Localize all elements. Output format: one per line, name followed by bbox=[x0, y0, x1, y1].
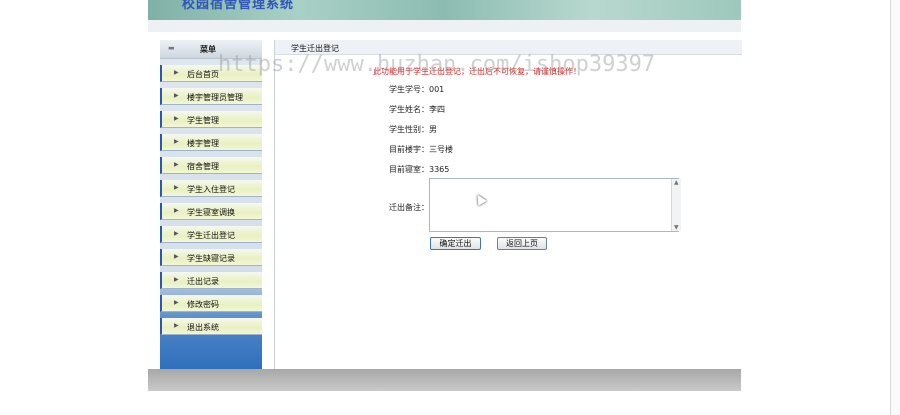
field-student-gender: 学生性别：男 bbox=[389, 124, 437, 135]
sidebar-item-label: 修改密码 bbox=[187, 300, 219, 309]
sidebar-item-logout[interactable]: ▶ 退出系统 bbox=[160, 318, 262, 335]
triangle-right-icon: ▶ bbox=[174, 69, 179, 76]
main-content: 学生迁出登记 此功能用于学生迁出登记，迁出后不可恢复，请谨慎操作！ 学生学号：0… bbox=[274, 40, 742, 369]
banner: 校园宿舍管理系统 bbox=[148, 0, 741, 20]
sidebar-item-label: 后台首页 bbox=[187, 70, 219, 79]
sidebar-item-checkout-records[interactable]: ▶ 迁出记录 bbox=[160, 272, 262, 289]
field-student-name: 学生姓名：李四 bbox=[389, 104, 445, 115]
field-label: 目前寝室： bbox=[389, 165, 429, 174]
arrow-down-icon[interactable]: ▼ bbox=[674, 224, 679, 231]
arrow-up-icon[interactable]: ▲ bbox=[674, 179, 679, 186]
sidebar-item-room-swap[interactable]: ▶ 学生寝室调换 bbox=[160, 203, 262, 220]
triangle-right-icon: ▶ bbox=[174, 276, 179, 283]
confirm-checkout-button[interactable]: 确定迁出 bbox=[430, 237, 481, 250]
sidebar-item-absence[interactable]: ▶ 学生缺寝记录 bbox=[160, 249, 262, 266]
warning-notice: 此功能用于学生迁出登记，迁出后不可恢复，请谨慎操作！ bbox=[373, 67, 581, 76]
header-line bbox=[148, 32, 741, 38]
sidebar-item-label: 学生缺寝记录 bbox=[187, 254, 235, 263]
page-scrollbar[interactable] bbox=[890, 0, 900, 415]
field-value: 男 bbox=[429, 125, 437, 134]
sidebar-item-label: 迁出记录 bbox=[187, 277, 219, 286]
triangle-right-icon: ▶ bbox=[174, 299, 179, 306]
sidebar-item-dorms[interactable]: ▶ 宿舍管理 bbox=[160, 157, 262, 174]
app-window: 校园宿舍管理系统 ▬ 菜单 ▶ 后台首页 ▶ 楼宇管理员管理 ▶ 学生管理 ▶ … bbox=[148, 0, 742, 391]
sidebar-item-home[interactable]: ▶ 后台首页 bbox=[160, 65, 262, 82]
sidebar-item-label: 学生管理 bbox=[187, 116, 219, 125]
field-current-building: 目前楼宇：三号楼 bbox=[389, 144, 453, 155]
field-value: 001 bbox=[429, 85, 445, 94]
sidebar-item-label: 退出系统 bbox=[187, 323, 219, 332]
sidebar-item-label: 楼宇管理员管理 bbox=[187, 93, 243, 102]
sidebar-item-checkin[interactable]: ▶ 学生入住登记 bbox=[160, 180, 262, 197]
field-student-id: 学生学号：001 bbox=[389, 84, 444, 95]
field-label: 目前楼宇： bbox=[389, 145, 429, 154]
field-value: 李四 bbox=[429, 105, 445, 114]
field-value: 3365 bbox=[429, 165, 450, 174]
triangle-right-icon: ▶ bbox=[174, 253, 179, 260]
triangle-right-icon: ▶ bbox=[174, 322, 179, 329]
triangle-right-icon: ▶ bbox=[174, 207, 179, 214]
sidebar-item-checkout[interactable]: ▶ 学生迁出登记 bbox=[160, 226, 262, 243]
system-title: 校园宿舍管理系统 bbox=[182, 0, 295, 12]
field-current-room: 目前寝室：3365 bbox=[389, 164, 449, 175]
remark-scrollbar[interactable]: ▲ ▼ bbox=[671, 179, 681, 231]
field-label: 学生性别： bbox=[389, 125, 429, 134]
field-label: 学生姓名： bbox=[389, 105, 429, 114]
field-value: 三号楼 bbox=[429, 145, 453, 154]
collapse-icon[interactable]: ▬ bbox=[168, 44, 175, 52]
remark-label: 迁出备注： bbox=[389, 203, 429, 212]
sidebar-item-label: 宿舍管理 bbox=[187, 162, 219, 171]
page-title: 学生迁出登记 bbox=[291, 44, 339, 53]
sidebar-item-building-admins[interactable]: ▶ 楼宇管理员管理 bbox=[160, 88, 262, 105]
triangle-right-icon: ▶ bbox=[174, 161, 179, 168]
sidebar-item-buildings[interactable]: ▶ 楼宇管理 bbox=[160, 134, 262, 151]
sidebar-item-students[interactable]: ▶ 学生管理 bbox=[160, 111, 262, 128]
back-button[interactable]: 返回上页 bbox=[497, 237, 547, 250]
content-title-bar: 学生迁出登记 bbox=[275, 40, 742, 55]
header-gap bbox=[148, 20, 741, 32]
triangle-right-icon: ▶ bbox=[174, 92, 179, 99]
sidebar-item-label: 学生迁出登记 bbox=[187, 231, 235, 240]
sidebar: ▬ 菜单 ▶ 后台首页 ▶ 楼宇管理员管理 ▶ 学生管理 ▶ 楼宇管理 ▶ 宿舍… bbox=[160, 40, 262, 369]
sidebar-header: ▬ 菜单 bbox=[160, 40, 262, 59]
sidebar-item-change-password[interactable]: ▶ 修改密码 bbox=[160, 295, 262, 312]
sidebar-item-label: 学生入住登记 bbox=[187, 185, 235, 194]
sidebar-title: 菜单 bbox=[200, 45, 216, 54]
sidebar-item-label: 学生寝室调换 bbox=[187, 208, 235, 217]
remark-textarea[interactable] bbox=[429, 178, 679, 232]
triangle-right-icon: ▶ bbox=[174, 184, 179, 191]
triangle-right-icon: ▶ bbox=[174, 230, 179, 237]
triangle-right-icon: ▶ bbox=[174, 138, 179, 145]
field-label: 学生学号： bbox=[389, 85, 429, 94]
sidebar-item-label: 楼宇管理 bbox=[187, 139, 219, 148]
footer bbox=[148, 369, 741, 391]
triangle-right-icon: ▶ bbox=[174, 115, 179, 122]
